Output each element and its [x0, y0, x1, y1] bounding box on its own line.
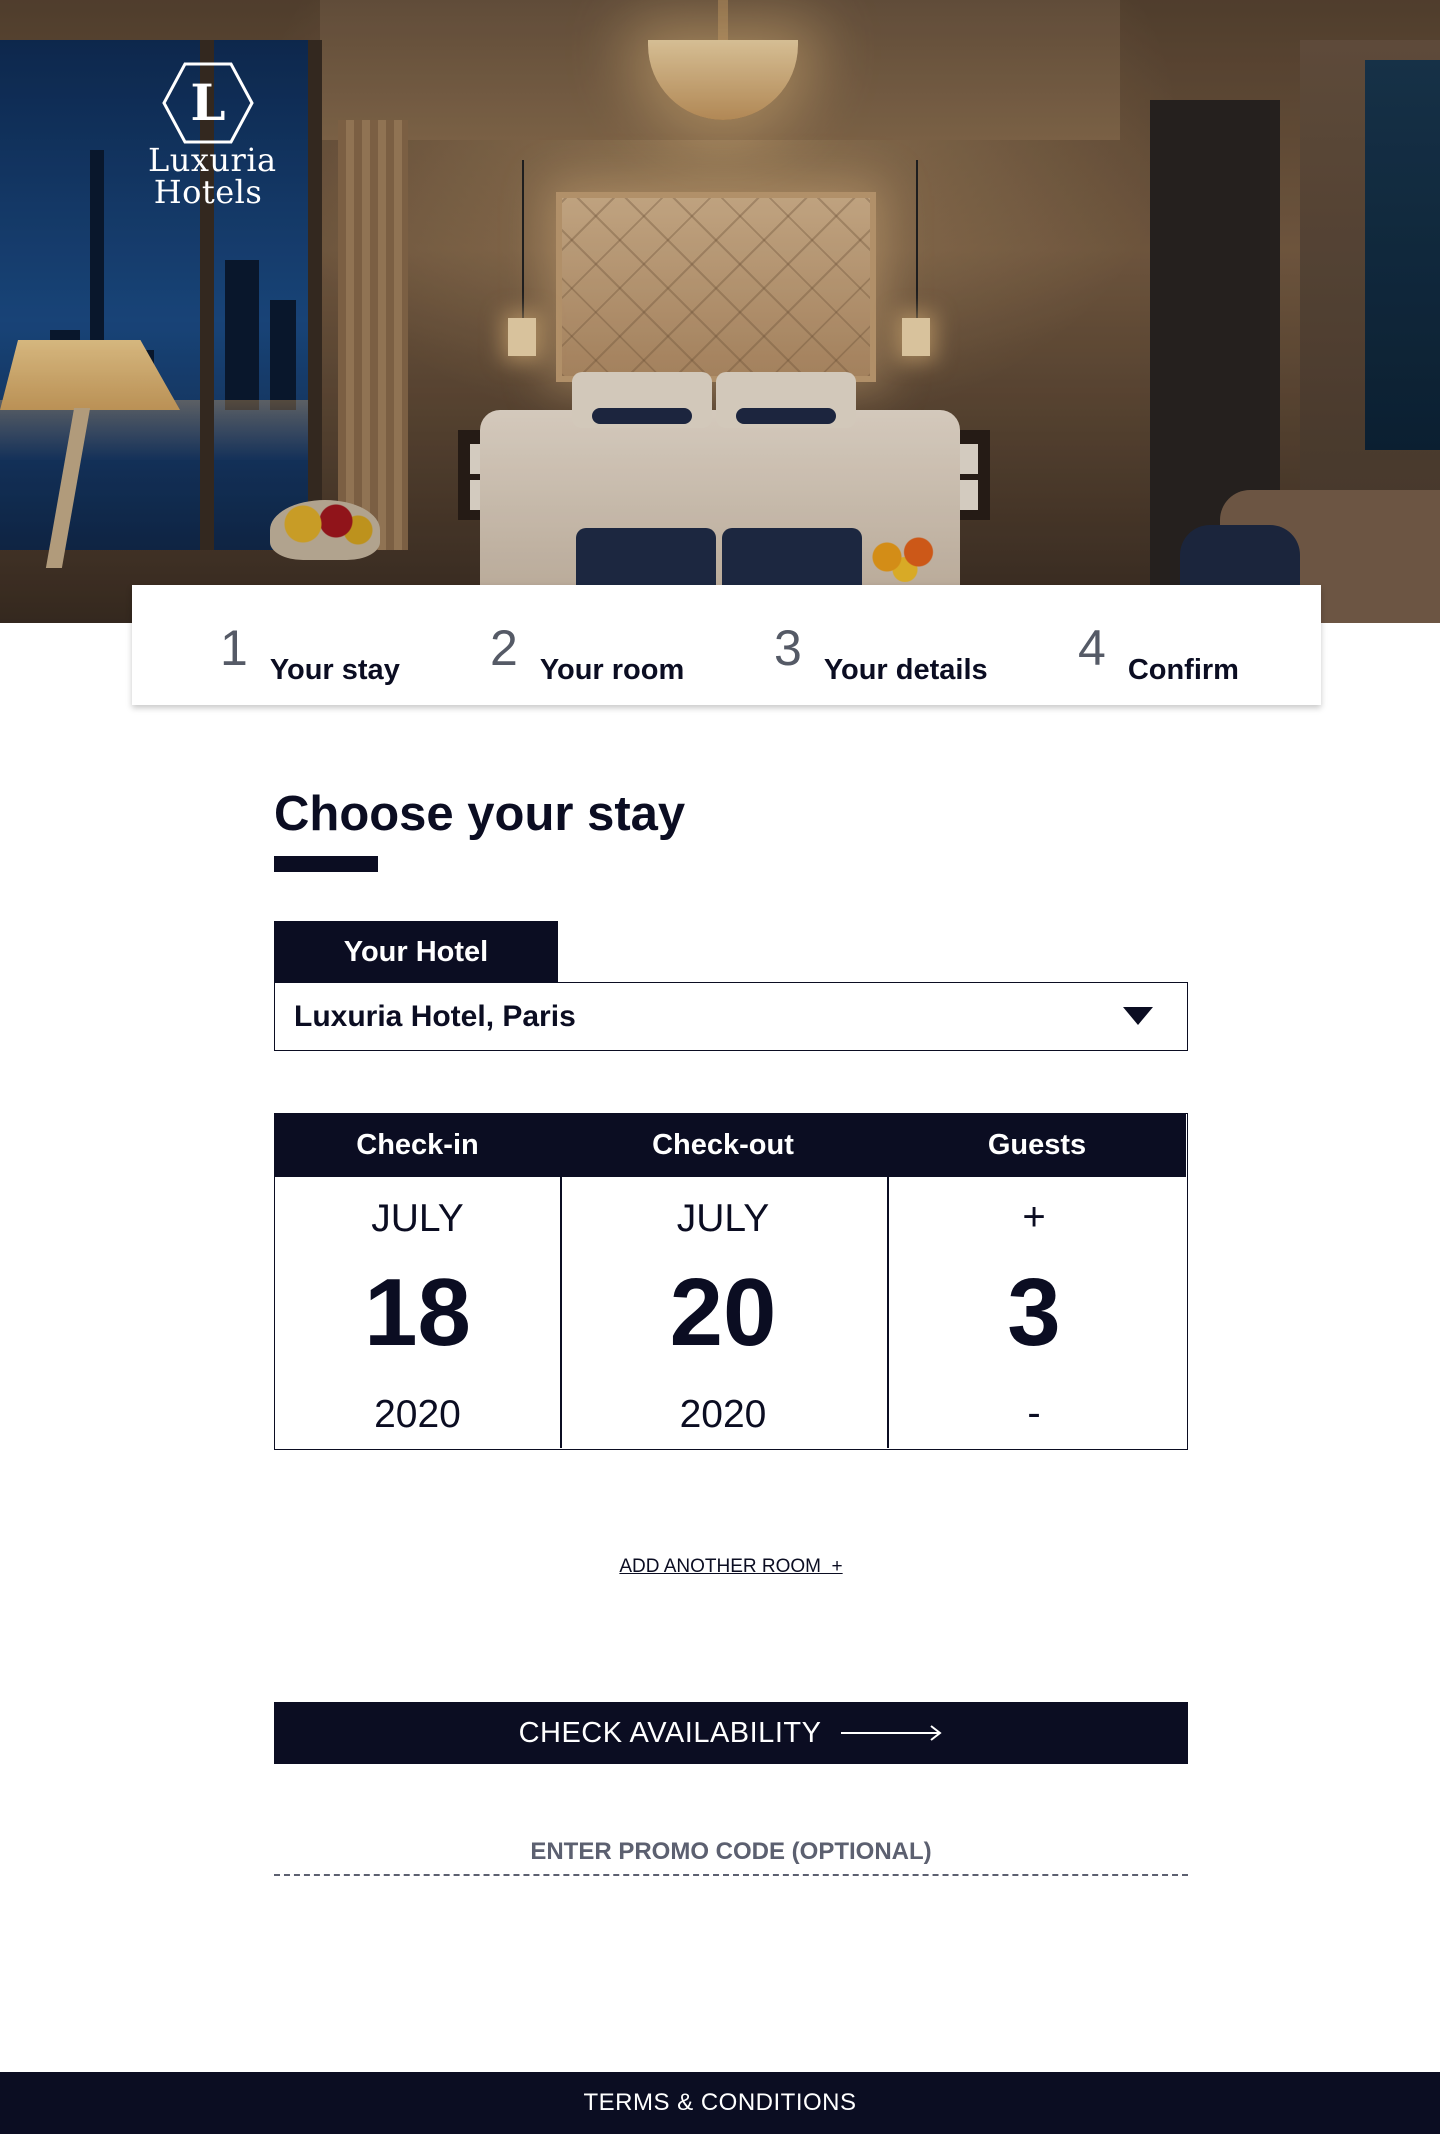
- checkin-year: 2020: [374, 1393, 461, 1436]
- step-your-details[interactable]: 3 Your details: [774, 585, 988, 705]
- guests-count: 3: [1007, 1259, 1061, 1366]
- add-room-container: ADD ANOTHER ROOM +: [0, 1556, 1440, 1578]
- checkin-month: JULY: [371, 1197, 464, 1240]
- booking-grid: Check-in Check-out Guests JULY 18 2020 J…: [274, 1113, 1188, 1450]
- checkin-date-picker[interactable]: JULY 18 2020: [275, 1177, 560, 1448]
- step-confirm[interactable]: 4 Confirm: [1078, 585, 1239, 705]
- caret-down-icon[interactable]: [1123, 1007, 1153, 1025]
- step-your-room[interactable]: 2 Your room: [490, 585, 684, 705]
- hotel-selected-value: Luxuria Hotel, Paris: [294, 999, 576, 1033]
- checkout-month: JULY: [676, 1197, 770, 1240]
- checkout-date-picker[interactable]: JULY 20 2020: [561, 1177, 885, 1448]
- checkin-day: 18: [364, 1259, 471, 1366]
- step-number: 2: [490, 620, 518, 676]
- guests-header: Guests: [987, 1129, 1087, 1161]
- step-number: 1: [220, 620, 248, 676]
- page-title: Choose your stay: [274, 787, 686, 841]
- step-number: 3: [774, 620, 802, 676]
- guests-increment-button[interactable]: +: [889, 1195, 1179, 1239]
- guests-decrement-button[interactable]: -: [889, 1391, 1179, 1435]
- step-label: Confirm: [1127, 654, 1239, 686]
- step-label: Your stay: [269, 654, 400, 686]
- hexagon-logo-icon: L: [162, 62, 254, 144]
- checkin-header: Check-in: [356, 1129, 479, 1161]
- step-number: 4: [1078, 620, 1106, 676]
- booking-header: Check-in Check-out Guests: [275, 1114, 1186, 1177]
- arrow-right-icon: [841, 1725, 943, 1741]
- guests-stepper: + 3 -: [889, 1177, 1179, 1448]
- step-label: Your details: [823, 654, 988, 686]
- check-availability-button[interactable]: CHECK AVAILABILITY: [274, 1702, 1188, 1764]
- logo-letter: L: [190, 73, 225, 132]
- hero-image: L Luxuria Hotels: [0, 0, 1440, 623]
- check-availability-label: CHECK AVAILABILITY: [518, 1716, 822, 1749]
- checkout-header: Check-out: [652, 1129, 794, 1161]
- step-label: Your room: [539, 654, 685, 686]
- progress-stepper: 1 Your stay 2 Your room 3 Your details 4…: [132, 585, 1321, 705]
- title-underline: [274, 856, 378, 872]
- terms-and-conditions-link[interactable]: TERMS & CONDITIONS: [0, 2072, 1440, 2134]
- checkout-year: 2020: [679, 1393, 767, 1436]
- checkout-day: 20: [669, 1259, 777, 1366]
- brand-logo[interactable]: L Luxuria Hotels: [148, 62, 277, 212]
- step-your-stay[interactable]: 1 Your stay: [220, 585, 400, 705]
- hotel-label-tab: Your Hotel: [274, 921, 558, 983]
- brand-name-line2: Hotels: [153, 173, 263, 211]
- add-room-link[interactable]: ADD ANOTHER ROOM +: [619, 1556, 842, 1577]
- promo-code-input[interactable]: ENTER PROMO CODE (OPTIONAL): [274, 1838, 1188, 1876]
- brand-name-line1: Luxuria: [148, 141, 277, 179]
- hotel-select[interactable]: Luxuria Hotel, Paris: [274, 982, 1188, 1051]
